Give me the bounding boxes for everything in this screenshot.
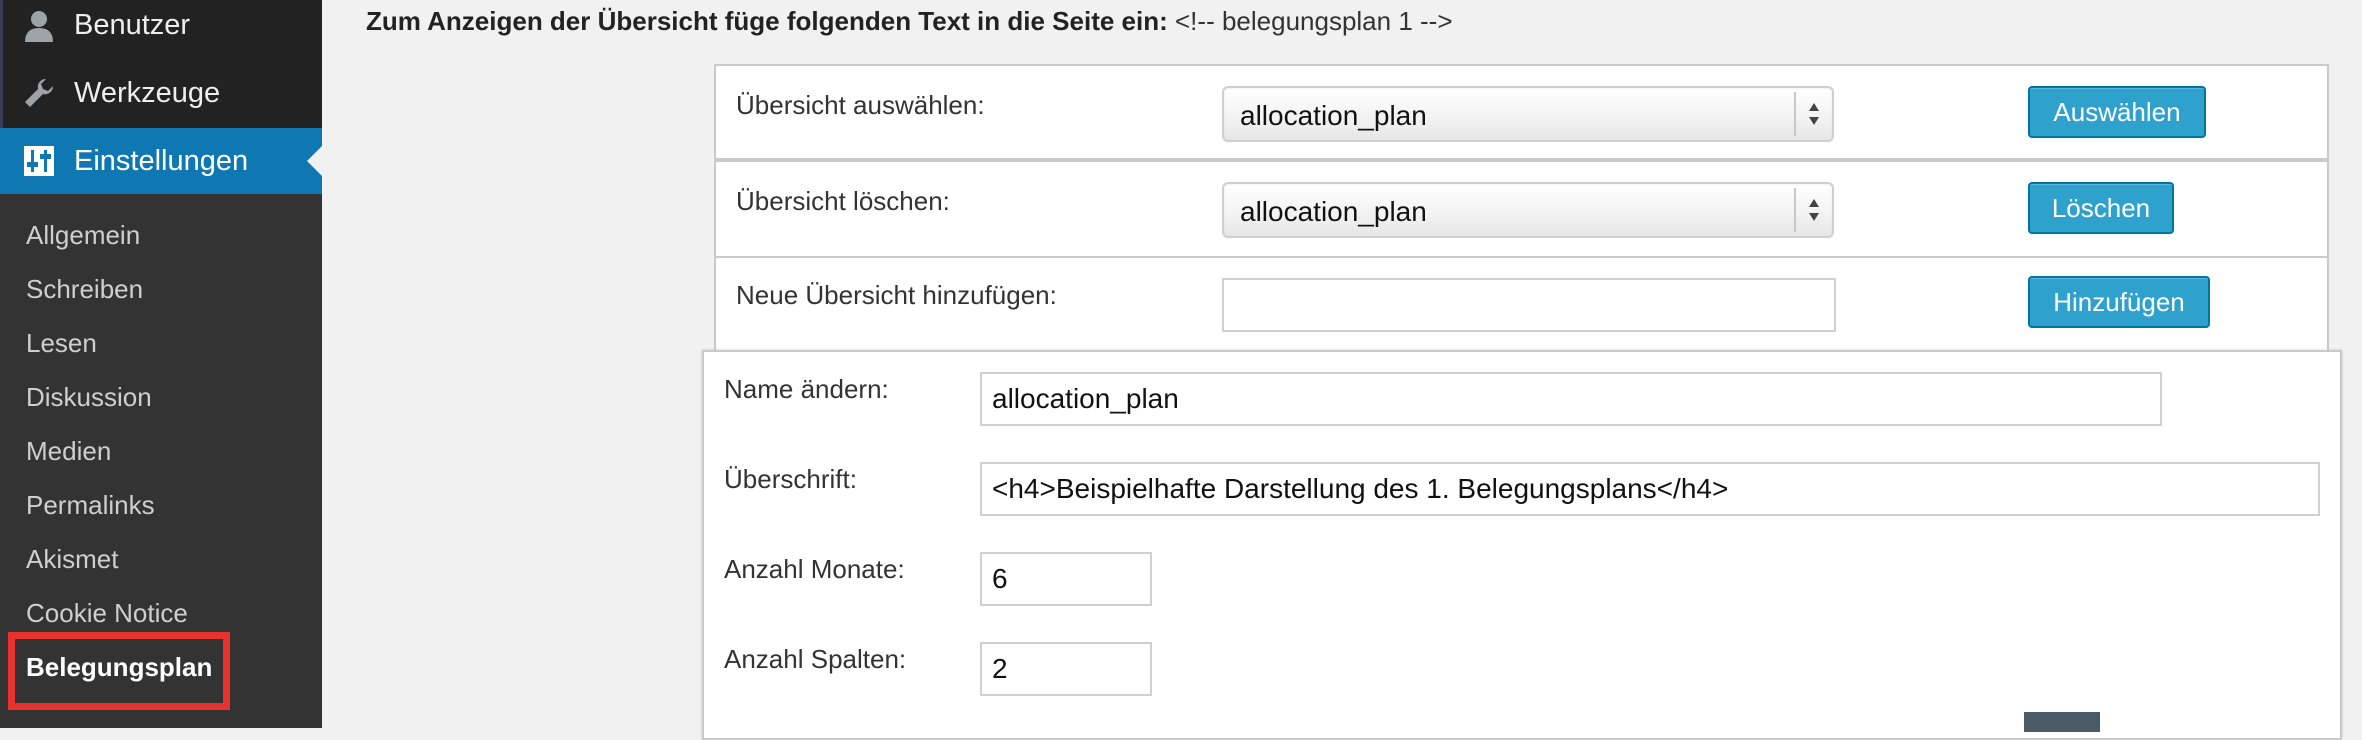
save-button-partial[interactable] bbox=[2024, 712, 2100, 732]
add-button[interactable]: Hinzufügen bbox=[2028, 276, 2210, 328]
notice-shortcode: <!-- belegungsplan 1 --> bbox=[1175, 6, 1453, 36]
columns-input[interactable]: 2 bbox=[980, 642, 1152, 696]
sidebar-item-label: Benutzer bbox=[74, 8, 191, 41]
submenu-item-lesen[interactable]: Lesen bbox=[26, 328, 97, 359]
notice-text: Zum Anzeigen der Übersicht füge folgende… bbox=[366, 6, 1168, 36]
dropdown-separator bbox=[1794, 92, 1796, 136]
highlight-box bbox=[8, 632, 230, 710]
select-overview-dropdown[interactable]: allocation_plan bbox=[1222, 86, 1834, 142]
add-overview-row: Neue Übersicht hinzufügen: Hinzufügen bbox=[714, 256, 2329, 356]
submenu-item-cookie-notice[interactable]: Cookie Notice bbox=[26, 598, 188, 629]
dropdown-separator bbox=[1794, 188, 1796, 232]
admin-sidebar: Benutzer Werkzeuge Einstellungen Allgeme… bbox=[0, 0, 322, 728]
shortcode-notice: Zum Anzeigen der Übersicht füge folgende… bbox=[366, 6, 1453, 37]
dropdown-arrows-icon bbox=[1809, 199, 1819, 221]
delete-overview-row: Übersicht löschen: allocation_plan Lösch… bbox=[714, 160, 2329, 258]
wrench-icon bbox=[25, 78, 54, 107]
dropdown-value: allocation_plan bbox=[1240, 100, 1427, 131]
rename-input[interactable]: allocation_plan bbox=[980, 372, 2162, 426]
dropdown-arrows-icon bbox=[1809, 103, 1819, 125]
submenu-item-permalinks[interactable]: Permalinks bbox=[26, 490, 155, 521]
add-overview-label: Neue Übersicht hinzufügen: bbox=[736, 280, 1057, 310]
select-overview-row: Übersicht auswählen: allocation_plan Aus… bbox=[714, 64, 2329, 160]
submenu-item-diskussion[interactable]: Diskussion bbox=[26, 382, 152, 413]
months-label: Anzahl Monate: bbox=[724, 554, 905, 584]
new-overview-input[interactable] bbox=[1222, 278, 1836, 332]
sidebar-item-benutzer[interactable]: Benutzer bbox=[0, 0, 322, 58]
submenu-item-schreiben[interactable]: Schreiben bbox=[26, 274, 143, 305]
sidebar-item-label: Einstellungen bbox=[74, 144, 249, 177]
settings-sliders-icon bbox=[24, 146, 54, 176]
edit-overview-panel: Name ändern: allocation_plan Überschrift… bbox=[702, 350, 2342, 740]
submenu-item-akismet[interactable]: Akismet bbox=[26, 544, 118, 575]
select-button[interactable]: Auswählen bbox=[2028, 86, 2206, 138]
submenu-item-medien[interactable]: Medien bbox=[26, 436, 111, 467]
submenu-item-allgemein[interactable]: Allgemein bbox=[26, 220, 140, 251]
months-input[interactable]: 6 bbox=[980, 552, 1152, 606]
heading-input[interactable]: <h4>Beispielhafte Darstellung des 1. Bel… bbox=[980, 462, 2320, 516]
sidebar-item-werkzeuge[interactable]: Werkzeuge bbox=[0, 60, 322, 126]
select-overview-label: Übersicht auswählen: bbox=[736, 90, 985, 120]
active-indicator bbox=[307, 146, 322, 176]
sidebar-item-einstellungen[interactable]: Einstellungen bbox=[0, 128, 322, 194]
user-icon bbox=[25, 11, 53, 42]
columns-label: Anzahl Spalten: bbox=[724, 644, 907, 674]
heading-label: Überschrift: bbox=[724, 464, 857, 494]
delete-overview-label: Übersicht löschen: bbox=[736, 186, 950, 216]
sidebar-item-label: Werkzeuge bbox=[74, 76, 221, 109]
dropdown-value: allocation_plan bbox=[1240, 196, 1427, 227]
rename-label: Name ändern: bbox=[724, 374, 889, 404]
delete-button[interactable]: Löschen bbox=[2028, 182, 2174, 234]
delete-overview-dropdown[interactable]: allocation_plan bbox=[1222, 182, 1834, 238]
